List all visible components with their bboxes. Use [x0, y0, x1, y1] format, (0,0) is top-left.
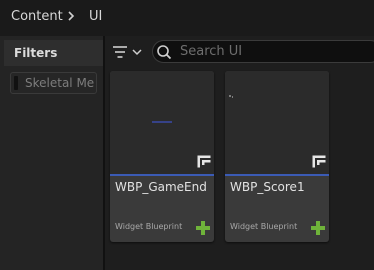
- asset-type-accent: [110, 174, 214, 176]
- breadcrumb-ui[interactable]: UI: [89, 9, 102, 24]
- chevron-right-icon: [68, 11, 75, 21]
- chevron-down-icon: [132, 49, 142, 56]
- add-icon[interactable]: [311, 221, 325, 235]
- asset-tile-wbp-gameend[interactable]: WBP_GameEnd Widget Blueprint: [110, 71, 214, 242]
- filter-icon: [113, 46, 127, 58]
- asset-type: Widget Blueprint: [115, 222, 183, 231]
- search-placeholder: Search UI: [180, 44, 243, 59]
- asset-type-accent: [225, 174, 329, 176]
- asset-name: WBP_Score1: [230, 180, 305, 194]
- filter-dropdown-button[interactable]: [110, 42, 146, 62]
- widget-blueprint-icon: [312, 155, 326, 168]
- asset-type: Widget Blueprint: [230, 222, 298, 231]
- search-icon: [157, 45, 172, 60]
- breadcrumb-content[interactable]: Content: [11, 9, 63, 24]
- widget-blueprint-icon: [197, 155, 211, 168]
- filters-header[interactable]: Filters: [4, 40, 103, 66]
- filter-chip-skeletal-mesh[interactable]: Skeletal Me: [10, 72, 97, 94]
- asset-tile-wbp-score1[interactable]: WBP_Score1 Widget Blueprint: [225, 71, 329, 242]
- asset-name: WBP_GameEnd: [115, 180, 207, 194]
- filters-title: Filters: [14, 46, 58, 60]
- add-icon[interactable]: [196, 221, 210, 235]
- filter-toggle[interactable]: [14, 76, 18, 90]
- filter-chip-label: Skeletal Me: [25, 76, 95, 90]
